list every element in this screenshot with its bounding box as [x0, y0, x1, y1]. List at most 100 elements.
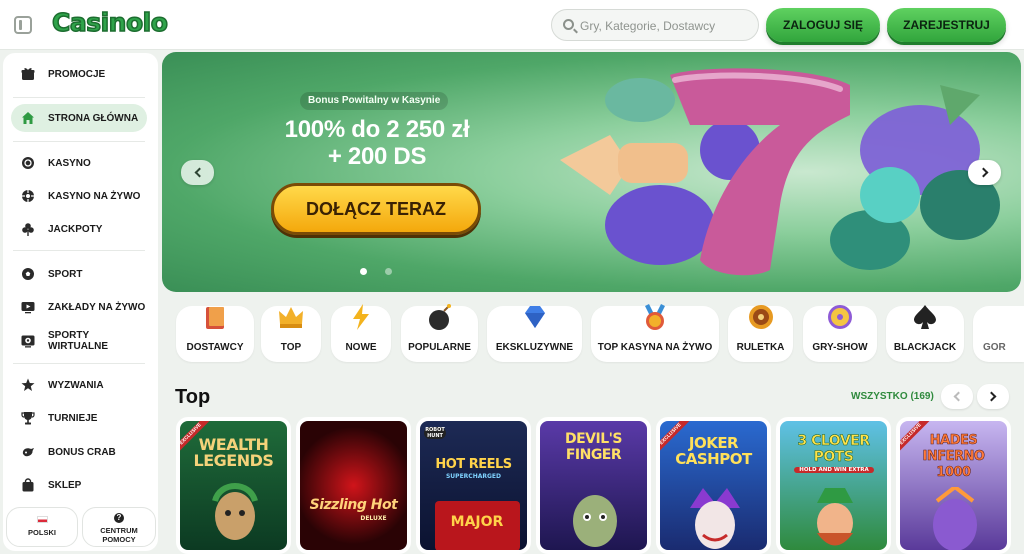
sidebar-item-label: SPORT [48, 268, 83, 280]
game-title: Sizzling Hot [309, 497, 398, 513]
football-icon [20, 266, 36, 282]
top-header: Casinolo ZALOGUJ SIĘ ZAREJESTRUJ [0, 0, 1024, 50]
lightning-icon [353, 304, 369, 330]
game-artwork [573, 495, 617, 547]
hero-prev-button[interactable] [181, 160, 214, 185]
games-next-button[interactable] [977, 384, 1009, 409]
svg-text:MAJOR: MAJOR [451, 514, 504, 530]
sidebar-item-sklep[interactable]: SKLEP [11, 471, 147, 499]
game-subtitle: DELUXE [360, 515, 387, 522]
game-title: JOKER CASHPOT [675, 434, 752, 468]
game-title: HADES INFERNO 1000 [922, 433, 985, 481]
category-ekskluzywne[interactable]: EKSKLUZYWNE [487, 306, 582, 362]
casinolo-logo[interactable]: Casinolo [51, 7, 168, 38]
category-nowe[interactable]: NOWE [331, 304, 391, 362]
sidebar-item-zaklady-na-zywo[interactable]: ZAKŁADY NA ŻYWO [11, 293, 147, 321]
game-title: WEALTH LEGENDS [193, 435, 274, 470]
join-now-button[interactable]: DOŁĄCZ TERAZ [271, 183, 481, 235]
category-top[interactable]: TOP [261, 306, 321, 362]
category-label: GRY-SHOW [812, 342, 868, 353]
category-label: POPULARNE [408, 342, 471, 353]
game-subtitle: SUPERCHARGED [445, 473, 501, 480]
chevron-left-icon [194, 167, 204, 178]
login-button[interactable]: ZALOGUJ SIĘ [766, 8, 880, 42]
book-icon [206, 307, 224, 329]
sidebar-item-label: BONUS CRAB [48, 446, 116, 458]
sidebar-item-wyzwania[interactable]: WYZWANIA [11, 371, 147, 399]
casino-chip-icon [20, 155, 36, 171]
game-title: HOT REELS [435, 457, 512, 472]
game-card-wealth-legends[interactable]: EXCLUSIVE WEALTH LEGENDS [176, 417, 291, 554]
category-label: RULETKA [736, 342, 785, 353]
sidebar-item-bonus-crab[interactable]: BONUS CRAB [11, 438, 147, 466]
help-icon: ? [114, 513, 124, 523]
sidebar-item-kasyno-na-zywo[interactable]: KASYNO NA ŻYWO [11, 182, 147, 210]
search-input[interactable] [580, 17, 750, 34]
category-ruletka[interactable]: RULETKA [728, 305, 793, 362]
sidebar-item-sporty-wirtualne[interactable]: SPORTY WIRTUALNE [11, 327, 147, 355]
category-label: NOWE [345, 342, 377, 353]
sidebar-item-sport[interactable]: SPORT [11, 260, 147, 288]
trophy-icon [20, 410, 36, 426]
category-label: GOR [983, 342, 1006, 353]
category-label: TOP KASYNA NA ŻYWO [597, 342, 713, 353]
virtual-sports-icon [20, 333, 36, 349]
sidebar-item-label: SPORTY WIRTUALNE [48, 330, 108, 352]
game-card-devils-finger[interactable]: DEVIL'S FINGER [536, 417, 651, 554]
game-artwork [690, 488, 740, 549]
help-center-label: CENTRUM POMOCY [100, 526, 138, 544]
sidebar-item-turnieje[interactable]: TURNIEJE [11, 404, 147, 432]
category-top-kasyna-na-zywo[interactable]: TOP KASYNA NA ŻYWO [591, 304, 719, 362]
home-icon [20, 110, 36, 126]
search-box[interactable] [551, 9, 759, 41]
category-gry-show[interactable]: GRY-SHOW [803, 305, 877, 362]
sidebar-divider [13, 363, 145, 364]
category-label: DOSTAWCY [186, 342, 244, 353]
game-card-sizzling-hot[interactable]: Sizzling Hot DELUXE [296, 417, 411, 554]
sidebar-item-jackpoty[interactable]: JACKPOTY [11, 215, 147, 243]
category-label: EKSKLUZYWNE [495, 342, 574, 353]
category-dostawcy[interactable]: DOSTAWCY [176, 306, 254, 362]
language-label: POLSKI [28, 528, 56, 537]
chevron-right-icon [978, 167, 988, 178]
game-card-joker-cashpot[interactable]: EXCLUSIVE JOKER CASHPOT [656, 417, 771, 554]
sidebar-item-label: SKLEP [48, 479, 82, 491]
star-badge-icon [20, 377, 36, 393]
roulette-wheel-icon [748, 305, 773, 329]
game-card-3-clover-pots[interactable]: 3 CLOVER POTS HOLD AND WIN EXTRA [776, 417, 891, 554]
help-center-button[interactable]: ? CENTRUM POMOCY [82, 507, 156, 547]
hero-title-line: 100% do 2 250 zł [284, 116, 470, 143]
crown-icon [279, 307, 303, 328]
sidebar-item-label: ZAKŁADY NA ŻYWO [48, 301, 146, 313]
game-card-hot-reels[interactable]: ROBOT HUNT HOT REELS SUPERCHARGED MAJOR [416, 417, 531, 554]
language-selector[interactable]: POLSKI [6, 507, 78, 547]
medal-icon [645, 304, 665, 330]
chevron-right-icon [986, 391, 997, 402]
sidebar-divider [13, 97, 145, 98]
crab-icon [20, 444, 36, 460]
slide-dot[interactable] [385, 268, 392, 275]
slide-dot[interactable] [360, 268, 367, 275]
games-prev-button[interactable] [941, 384, 973, 409]
see-all-link[interactable]: WSZYSTKO (169) [851, 391, 934, 402]
hero-next-button[interactable] [968, 160, 1001, 185]
category-more[interactable]: GOR [973, 306, 1024, 362]
wheel-icon [828, 305, 852, 329]
sidebar-item-label: JACKPOTY [48, 223, 103, 235]
hero-badge: Bonus Powitalny w Kasynie [300, 92, 449, 110]
game-card-hades-inferno-1000[interactable]: EXCLUSIVE HADES INFERNO 1000 [896, 417, 1011, 554]
game-artwork [212, 483, 258, 540]
game-title: DEVIL'S FINGER [564, 431, 623, 463]
sidebar-item-label: WYZWANIA [48, 379, 104, 391]
sidebar-item-label: KASYNO NA ŻYWO [48, 190, 141, 202]
game-artwork [817, 488, 853, 546]
sidebar-item-strona-glowna[interactable]: STRONA GŁÓWNA [11, 104, 147, 132]
sidebar-item-kasyno[interactable]: KASYNO [11, 149, 147, 177]
sidebar-item-label: KASYNO [48, 157, 91, 169]
sidebar-toggle-icon[interactable] [14, 16, 32, 34]
category-popularne[interactable]: POPULARNE [401, 304, 478, 362]
sidebar-item-label: TURNIEJE [48, 412, 98, 424]
register-button[interactable]: ZAREJESTRUJ [887, 8, 1006, 42]
category-blackjack[interactable]: BLACKJACK [886, 305, 964, 362]
sidebar-item-promocje[interactable]: PROMOCJE [11, 60, 147, 88]
